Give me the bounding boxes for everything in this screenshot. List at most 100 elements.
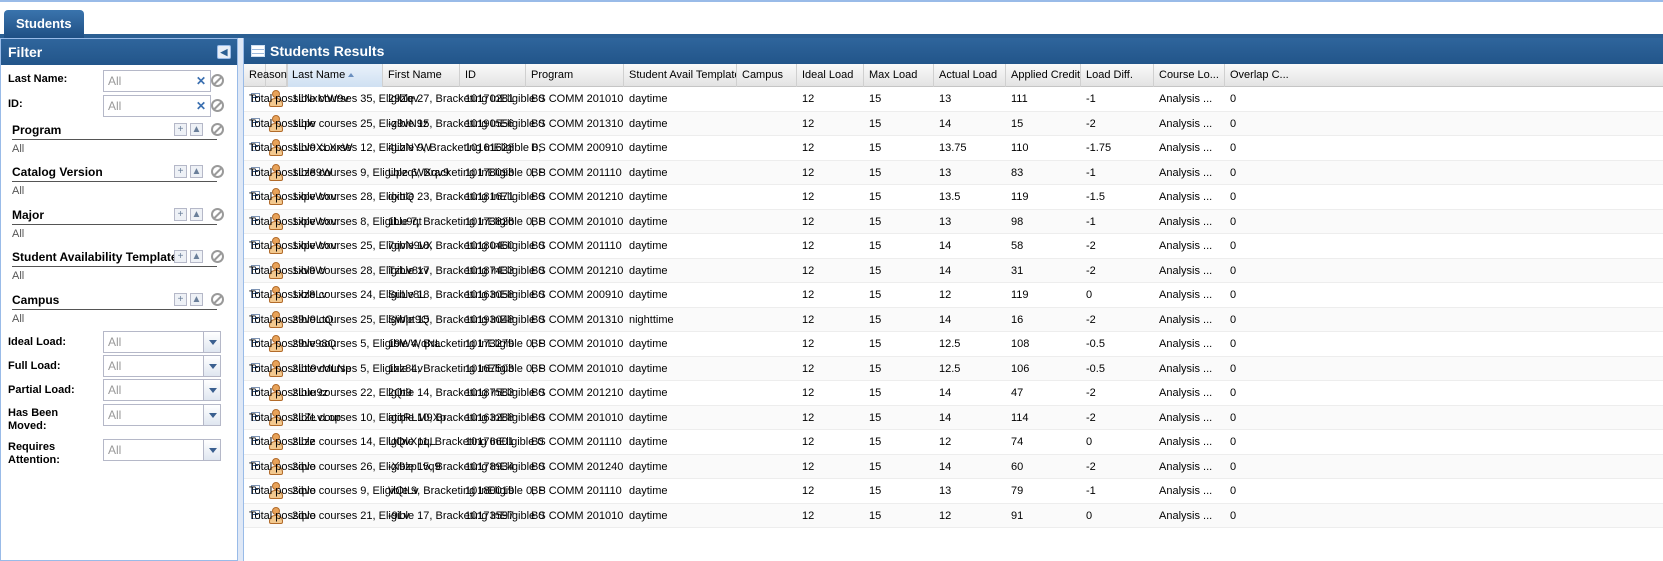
disable-program-icon[interactable] [211, 123, 224, 136]
column-header[interactable]: Program [526, 64, 624, 87]
table-cell: daytime [629, 460, 668, 473]
table-cell: daytime [629, 166, 668, 179]
chevron-down-icon[interactable] [203, 405, 220, 425]
column-header[interactable]: Student Avail Template [624, 64, 737, 87]
column-header-label: Student Avail Template [629, 69, 737, 81]
column-header[interactable]: Load Diff. [1081, 64, 1154, 87]
column-header-label: Overlap C... [1230, 69, 1289, 81]
add-catalog-icon[interactable]: + [174, 165, 187, 178]
table-row[interactable]: 1Lpv -z9vN9z 10190556 BS COMM 201310 daytime… [244, 111, 1663, 136]
column-header[interactable]: ID [460, 64, 526, 87]
table-cell: 47 [1011, 387, 1024, 399]
table-cell: -1 [1086, 93, 1096, 105]
table-cell: Total possible courses 22, Eligible 14, … [249, 387, 545, 399]
ideal-load-label: Ideal Load: [8, 336, 67, 348]
add-major-icon[interactable]: + [174, 208, 187, 221]
table-row[interactable]: 2Lzz UQvXpqL 10176601 BS COMM 201110 daytime… [244, 430, 1663, 455]
has-been-moved-select[interactable]: All [103, 404, 221, 426]
disable-availability-icon[interactable] [211, 250, 224, 263]
column-header[interactable]: Applied Credits [1006, 64, 1081, 87]
disable-campus-icon[interactable] [211, 293, 224, 306]
column-header[interactable]: Reason [244, 64, 288, 87]
disable-last-name-icon[interactable] [211, 74, 224, 87]
collapse-left-icon[interactable]: ◀ [217, 45, 231, 59]
table-cell: Analysis ... [1159, 436, 1213, 448]
disable-id-icon[interactable] [211, 99, 224, 112]
table-cell: -2 [1086, 460, 1096, 473]
clear-last-name-icon[interactable]: ✕ [194, 74, 208, 88]
table-row[interactable]: 1xpvWxv dxttQ 10181671 BS COMM 201210 daytim… [244, 185, 1663, 210]
table-row[interactable]: 2qvo VQtLv 10180019 BS COMM 201110 daytime 12… [244, 479, 1663, 504]
column-header[interactable]: Overlap C... [1225, 64, 1663, 87]
table-row[interactable]: 2qvo -9Lv 10173597 BS COMM 201010 daytime 12 1… [244, 503, 1663, 528]
chevron-down-icon[interactable] [203, 440, 220, 460]
table-row[interactable]: 29vv98Q 19WWqNL 10173279 BS COMM 201010 dayt… [244, 332, 1663, 357]
table-cell: Analysis ... [1159, 411, 1213, 424]
table-cell: 60 [1011, 460, 1024, 473]
tab-students[interactable]: Students [4, 10, 84, 38]
chevron-down-icon[interactable] [203, 332, 220, 352]
table-cell: Analysis ... [1159, 240, 1213, 252]
table-row[interactable]: 2qvo -X9zpLvq9 10178934 BS COMM 201240 dayti… [244, 454, 1663, 479]
table-cell: Total possible courses 25, Eligible 15, … [249, 313, 545, 326]
column-header[interactable]: Course Lo... [1154, 64, 1225, 87]
table-cell: Total possible courses 21, Eligible 17, … [249, 509, 545, 522]
table-row[interactable]: 2LZLvLop atqRLM9Xp 10163288 BS COMM 201010 d… [244, 405, 1663, 430]
up-major-icon[interactable]: ▲ [190, 208, 203, 221]
table-cell: Analysis ... [1159, 191, 1213, 203]
table-row[interactable]: 1Lv9XLXxW 4LzNYW 10161628 BS COMM 200910 day… [244, 136, 1663, 161]
add-availability-icon[interactable]: + [174, 250, 187, 263]
table-cell: 12 [802, 289, 815, 301]
table-cell: Total possible courses 9, Eligible 9, Br… [249, 485, 546, 497]
add-program-icon[interactable]: + [174, 123, 187, 136]
table-cell [737, 504, 797, 528]
id-label: ID: [8, 98, 23, 110]
disable-catalog-icon[interactable] [211, 165, 224, 178]
table-row[interactable]: 1xv9W TzLv8xv 10187433 BS COMM 201210 daytim… [244, 258, 1663, 283]
disable-major-icon[interactable] [211, 208, 224, 221]
chevron-down-icon[interactable] [203, 356, 220, 376]
table-cell [737, 112, 797, 136]
table-cell: -2 [1086, 313, 1096, 326]
chevron-down-icon[interactable] [203, 380, 220, 400]
table-cell: daytime [629, 215, 668, 228]
up-campus-icon[interactable]: ▲ [190, 293, 203, 306]
requires-attention-select[interactable]: All [103, 439, 221, 461]
table-cell: 58 [1011, 240, 1024, 252]
table-row[interactable]: 2Ltt9vMLNp 1xz8Lv 10167503 BS COMM 201010 da… [244, 356, 1663, 381]
table-row[interactable]: 2Luu9z 2Qt9 10187583 BS COMM 201210 daytime 1… [244, 381, 1663, 406]
table-row[interactable]: 29v9LtQ SWpt9Q 10193048 BS COMM 201310 night… [244, 307, 1663, 332]
table-row[interactable]: 1LNxMW9v 29Zqv 10170281 BS COMM 201010 dayti… [244, 87, 1663, 112]
column-header[interactable]: Ideal Load [797, 64, 864, 87]
table-cell: daytime [629, 191, 668, 203]
table-row[interactable]: 1xz8Lv SuLv8L 10163058 BS COMM 200910 daytim… [244, 283, 1663, 308]
column-header[interactable]: Last Name [287, 64, 383, 87]
up-catalog-icon[interactable]: ▲ [190, 165, 203, 178]
table-cell: Analysis ... [1159, 387, 1213, 399]
table-cell: 14 [939, 387, 952, 399]
table-cell: 13 [939, 166, 952, 179]
up-availability-icon[interactable]: ▲ [190, 250, 203, 263]
add-campus-icon[interactable]: + [174, 293, 187, 306]
table-cell: -1 [1086, 215, 1096, 228]
table-row[interactable]: 1Lz89W UpzqWXqv9 10178093 BS COMM 201110 day… [244, 160, 1663, 185]
table-cell: 14 [939, 240, 952, 252]
table-cell: 15 [869, 289, 882, 301]
clear-id-icon[interactable]: ✕ [194, 99, 208, 113]
partial-load-select[interactable]: All [103, 379, 221, 401]
table-cell: 0 [1086, 289, 1093, 301]
table-row[interactable]: 1xpvWxv 1Lu9qt 10173826 BS COMM 201010 dayti… [244, 209, 1663, 234]
column-header[interactable]: Max Load [864, 64, 934, 87]
full-load-select[interactable]: All [103, 355, 221, 377]
table-cell: 12 [802, 411, 815, 424]
table-cell: daytime [629, 485, 668, 497]
ideal-load-select[interactable]: All [103, 331, 221, 353]
table-cell: 15 [869, 264, 882, 277]
table-row[interactable]: 1xpvWxv 7qvN9vX 10180460 BS COMM 201110 dayt… [244, 234, 1663, 259]
has-been-moved-label: Has Been Moved: [8, 407, 59, 432]
table-cell: 15 [869, 93, 882, 105]
column-header[interactable]: First Name [383, 64, 460, 87]
column-header[interactable]: Campus [737, 64, 797, 87]
up-program-icon[interactable]: ▲ [190, 123, 203, 136]
column-header[interactable]: Actual Load [934, 64, 1006, 87]
